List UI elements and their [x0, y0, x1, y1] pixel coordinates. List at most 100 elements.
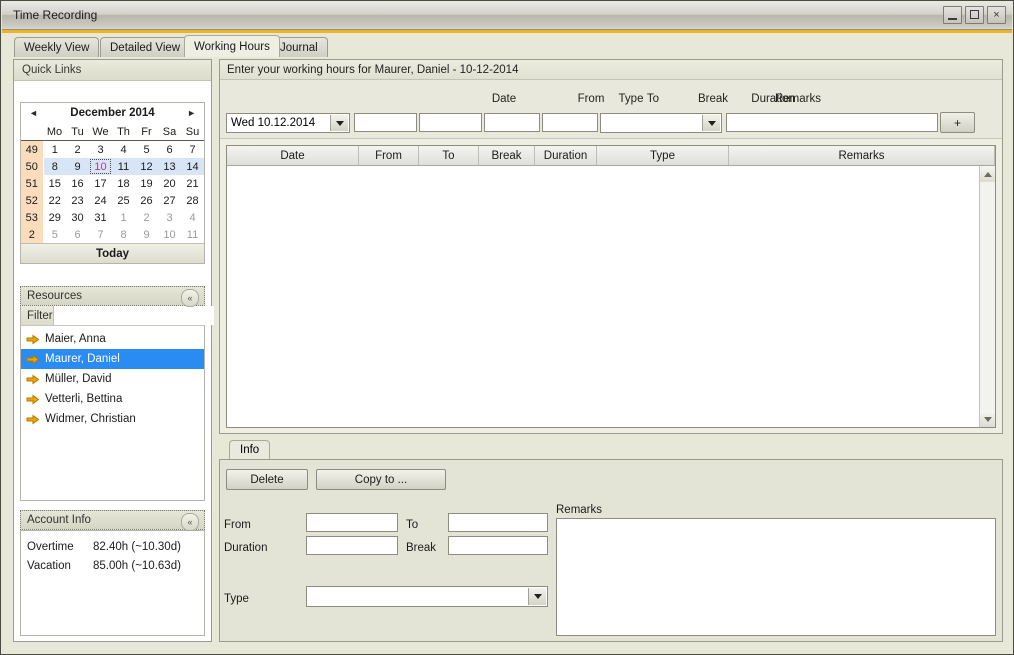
calendar-day-cell[interactable]: 14	[181, 158, 204, 175]
entry-break-input[interactable]	[484, 113, 540, 132]
info-from-input[interactable]	[306, 513, 398, 532]
calendar-day-cell[interactable]: 7	[89, 226, 112, 243]
tab-weekly-view[interactable]: Weekly View	[14, 37, 100, 57]
resources-filter-input[interactable]	[53, 306, 214, 325]
maximize-button[interactable]	[965, 6, 984, 24]
resource-list-item[interactable]: Maurer, Daniel	[21, 349, 204, 369]
calendar-day-cell[interactable]: 1	[43, 140, 66, 158]
info-remarks-textarea[interactable]	[556, 518, 996, 636]
calendar-today-button[interactable]: Today	[21, 243, 204, 263]
entry-date-chevron-down-icon[interactable]	[330, 115, 348, 131]
calendar-day-cell[interactable]: 19	[135, 175, 158, 192]
grid-column-header[interactable]: Remarks	[729, 146, 995, 165]
tab-detailed-view[interactable]: Detailed View	[100, 37, 191, 57]
calendar-day-cell[interactable]: 1	[112, 209, 135, 226]
close-button[interactable]: ×	[987, 6, 1006, 24]
grid-column-header[interactable]: Date	[227, 146, 359, 165]
calendar-week-number: 2	[21, 226, 44, 243]
resource-list-item[interactable]: Müller, David	[21, 369, 204, 389]
tab-working-hours[interactable]: Working Hours	[184, 35, 280, 57]
calendar-day-cell[interactable]: 23	[66, 192, 89, 209]
calendar-day-cell[interactable]: 7	[181, 140, 204, 158]
calendar-day-cell[interactable]: 2	[135, 209, 158, 226]
resources-collapse-icon[interactable]: «	[181, 289, 199, 307]
calendar-day-cell[interactable]: 31	[89, 209, 112, 226]
calendar-day-cell[interactable]: 15	[43, 175, 66, 192]
calendar-day-cell[interactable]: 3	[158, 209, 181, 226]
calendar-day-cell[interactable]: 18	[112, 175, 135, 192]
info-label-break: Break	[406, 542, 437, 554]
resources-header[interactable]: Resources «	[20, 286, 205, 307]
calendar-day-cell[interactable]: 26	[135, 192, 158, 209]
calendar-day-cell[interactable]: 21	[181, 175, 204, 192]
calendar-day-cell[interactable]: 5	[43, 226, 66, 243]
minimize-button[interactable]	[943, 6, 962, 24]
delete-button[interactable]: Delete	[226, 469, 308, 490]
calendar-day-cell[interactable]: 5	[135, 140, 158, 158]
entry-from-input[interactable]	[354, 113, 417, 132]
calendar-day-cell[interactable]: 10	[158, 226, 181, 243]
entries-grid-scrollbar[interactable]	[979, 166, 995, 427]
calendar-day-cell[interactable]: 16	[66, 175, 89, 192]
info-type-chevron-down-icon[interactable]	[528, 588, 546, 605]
resource-list-item[interactable]: Maier, Anna	[21, 329, 204, 349]
copy-to-button[interactable]: Copy to ...	[316, 469, 446, 490]
calendar-day-cell[interactable]: 28	[181, 192, 204, 209]
account-info-collapse-icon[interactable]: «	[181, 513, 199, 531]
calendar-day-cell[interactable]: 12	[135, 158, 158, 175]
entry-to-input[interactable]	[419, 113, 482, 132]
calendar-day-cell[interactable]: 17	[89, 175, 112, 192]
resources-section: Resources « Filter Maier, Anna Maurer, Da…	[20, 286, 214, 502]
calendar-next-icon[interactable]: ►	[187, 108, 196, 118]
calendar-week-row: 49 1 2 3 4 5 6 7	[21, 140, 204, 158]
calendar-day-cell[interactable]: 13	[158, 158, 181, 175]
calendar-prev-icon[interactable]: ◄	[29, 108, 38, 118]
calendar-day-cell[interactable]: 3	[89, 140, 112, 158]
calendar-week-number: 50	[21, 158, 44, 175]
entry-date-combo[interactable]: Wed 10.12.2014	[226, 113, 350, 133]
calendar-day-cell[interactable]: 4	[181, 209, 204, 226]
calendar-day-cell[interactable]: 27	[158, 192, 181, 209]
entry-remarks-input[interactable]	[726, 113, 938, 132]
info-to-input[interactable]	[448, 513, 548, 532]
calendar-nav: ◄ December 2014 ►	[21, 103, 204, 123]
scroll-down-icon[interactable]	[980, 411, 995, 427]
calendar-day-cell[interactable]: 2	[66, 140, 89, 158]
entry-add-button[interactable]: +	[940, 112, 975, 133]
entry-type-chevron-down-icon[interactable]	[702, 115, 720, 131]
info-duration-input[interactable]	[306, 536, 398, 555]
info-break-input[interactable]	[448, 536, 548, 555]
entries-grid-body[interactable]	[227, 166, 995, 427]
calendar-day-cell[interactable]: 11	[181, 226, 204, 243]
entry-duration-input[interactable]	[542, 113, 598, 132]
calendar-day-cell[interactable]: 24	[89, 192, 112, 209]
grid-column-header[interactable]: To	[419, 146, 479, 165]
scroll-up-icon[interactable]	[980, 166, 995, 182]
resource-list-item[interactable]: Widmer, Christian	[21, 409, 204, 429]
account-info-header[interactable]: Account Info «	[20, 510, 205, 531]
calendar-day-cell[interactable]: 30	[66, 209, 89, 226]
calendar-day-cell[interactable]: 20	[158, 175, 181, 192]
grid-column-header[interactable]: From	[359, 146, 419, 165]
info-type-combo[interactable]	[306, 586, 548, 607]
calendar-day-cell[interactable]: 8	[43, 158, 66, 175]
grid-column-header[interactable]: Type	[597, 146, 729, 165]
calendar-day-cell[interactable]: 6	[158, 140, 181, 158]
tab-info[interactable]: Info	[229, 440, 271, 459]
entry-type-combo[interactable]	[600, 113, 722, 133]
calendar-day-cell[interactable]: 6	[66, 226, 89, 243]
calendar-day-cell[interactable]: 25	[112, 192, 135, 209]
maximize-icon	[970, 10, 979, 19]
calendar-day-cell[interactable]: 9	[66, 158, 89, 175]
calendar-day-cell[interactable]: 4	[112, 140, 135, 158]
calendar-day-cell[interactable]: 22	[43, 192, 66, 209]
calendar-day-cell[interactable]: 10	[89, 158, 112, 175]
calendar-day-cell[interactable]: 9	[135, 226, 158, 243]
calendar-day-cell[interactable]: 11	[112, 158, 135, 175]
grid-column-header[interactable]: Break	[479, 146, 535, 165]
resource-list-item[interactable]: Vetterli, Bettina	[21, 389, 204, 409]
calendar-dow-we: We	[89, 123, 112, 141]
calendar-day-cell[interactable]: 8	[112, 226, 135, 243]
calendar-day-cell[interactable]: 29	[43, 209, 66, 226]
grid-column-header[interactable]: Duration	[535, 146, 597, 165]
